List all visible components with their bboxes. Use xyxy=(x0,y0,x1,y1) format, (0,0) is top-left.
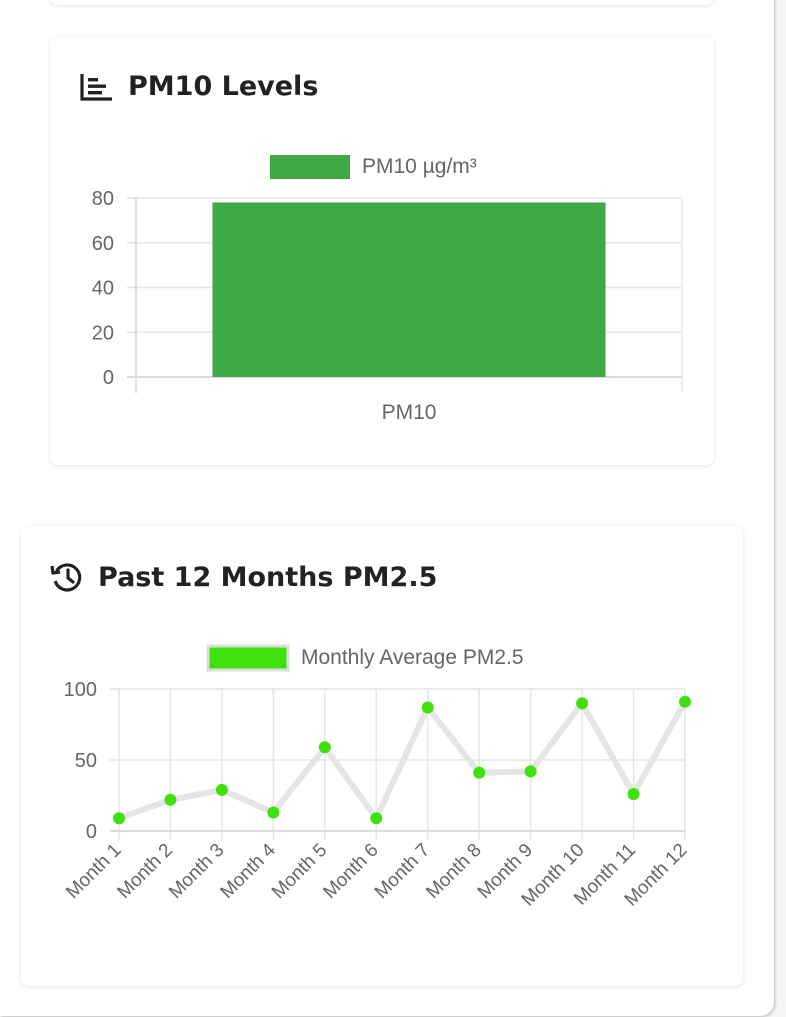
pm25-point xyxy=(370,812,383,825)
pm25-point xyxy=(421,701,434,714)
pm25-point xyxy=(473,766,486,779)
y-tick-label: 50 xyxy=(75,750,97,772)
y-tick-label: 60 xyxy=(92,233,114,255)
x-tick-label: Month 8 xyxy=(422,840,485,903)
pm25-point xyxy=(576,697,589,710)
y-tick-label: 0 xyxy=(86,821,97,843)
x-tick-label: Month 4 xyxy=(217,839,281,903)
y-tick-label: 100 xyxy=(64,679,97,701)
y-tick-label: 0 xyxy=(103,367,114,389)
x-tick-label: Month 1 xyxy=(62,840,125,903)
pm25-point xyxy=(679,695,691,708)
pm25-point xyxy=(524,765,537,778)
pm10-bar xyxy=(212,202,606,377)
pm25-point xyxy=(267,806,280,819)
x-tick-label: Month 6 xyxy=(319,840,382,903)
y-tick-label: 80 xyxy=(92,188,114,210)
x-tick-label: PM10 xyxy=(382,401,437,424)
x-tick-label: Month 2 xyxy=(114,840,177,903)
pm25-point xyxy=(627,788,640,801)
x-tick-label: Month 3 xyxy=(165,840,228,903)
legend-swatch xyxy=(206,644,290,672)
x-tick-label: Month 5 xyxy=(268,840,331,903)
y-tick-label: 40 xyxy=(92,278,114,300)
legend-label: PM10 µg/m³ xyxy=(362,155,477,178)
legend-label: Monthly Average PM2.5 xyxy=(301,646,524,669)
pm25-point xyxy=(215,783,228,796)
pm25-point xyxy=(113,812,125,825)
x-tick-label: Month 7 xyxy=(371,840,434,903)
history-card: Past 12 Months PM2.5 Monthly Average PM2… xyxy=(21,526,743,986)
pm10-chart: PM10 µg/m³ 0 20 40 60 80 PM10 xyxy=(92,155,683,424)
pm25-point xyxy=(318,741,331,754)
previous-card xyxy=(50,0,714,5)
y-tick-label: 20 xyxy=(92,322,114,344)
legend-swatch xyxy=(270,155,350,179)
pm25-point xyxy=(164,793,177,806)
pm10-card: PM10 Levels PM10 µg/m³ 0 20 40 60 80 PM10 xyxy=(50,37,714,465)
pm25-history-chart: Monthly Average PM2.5050100Month 1Month … xyxy=(62,644,692,911)
